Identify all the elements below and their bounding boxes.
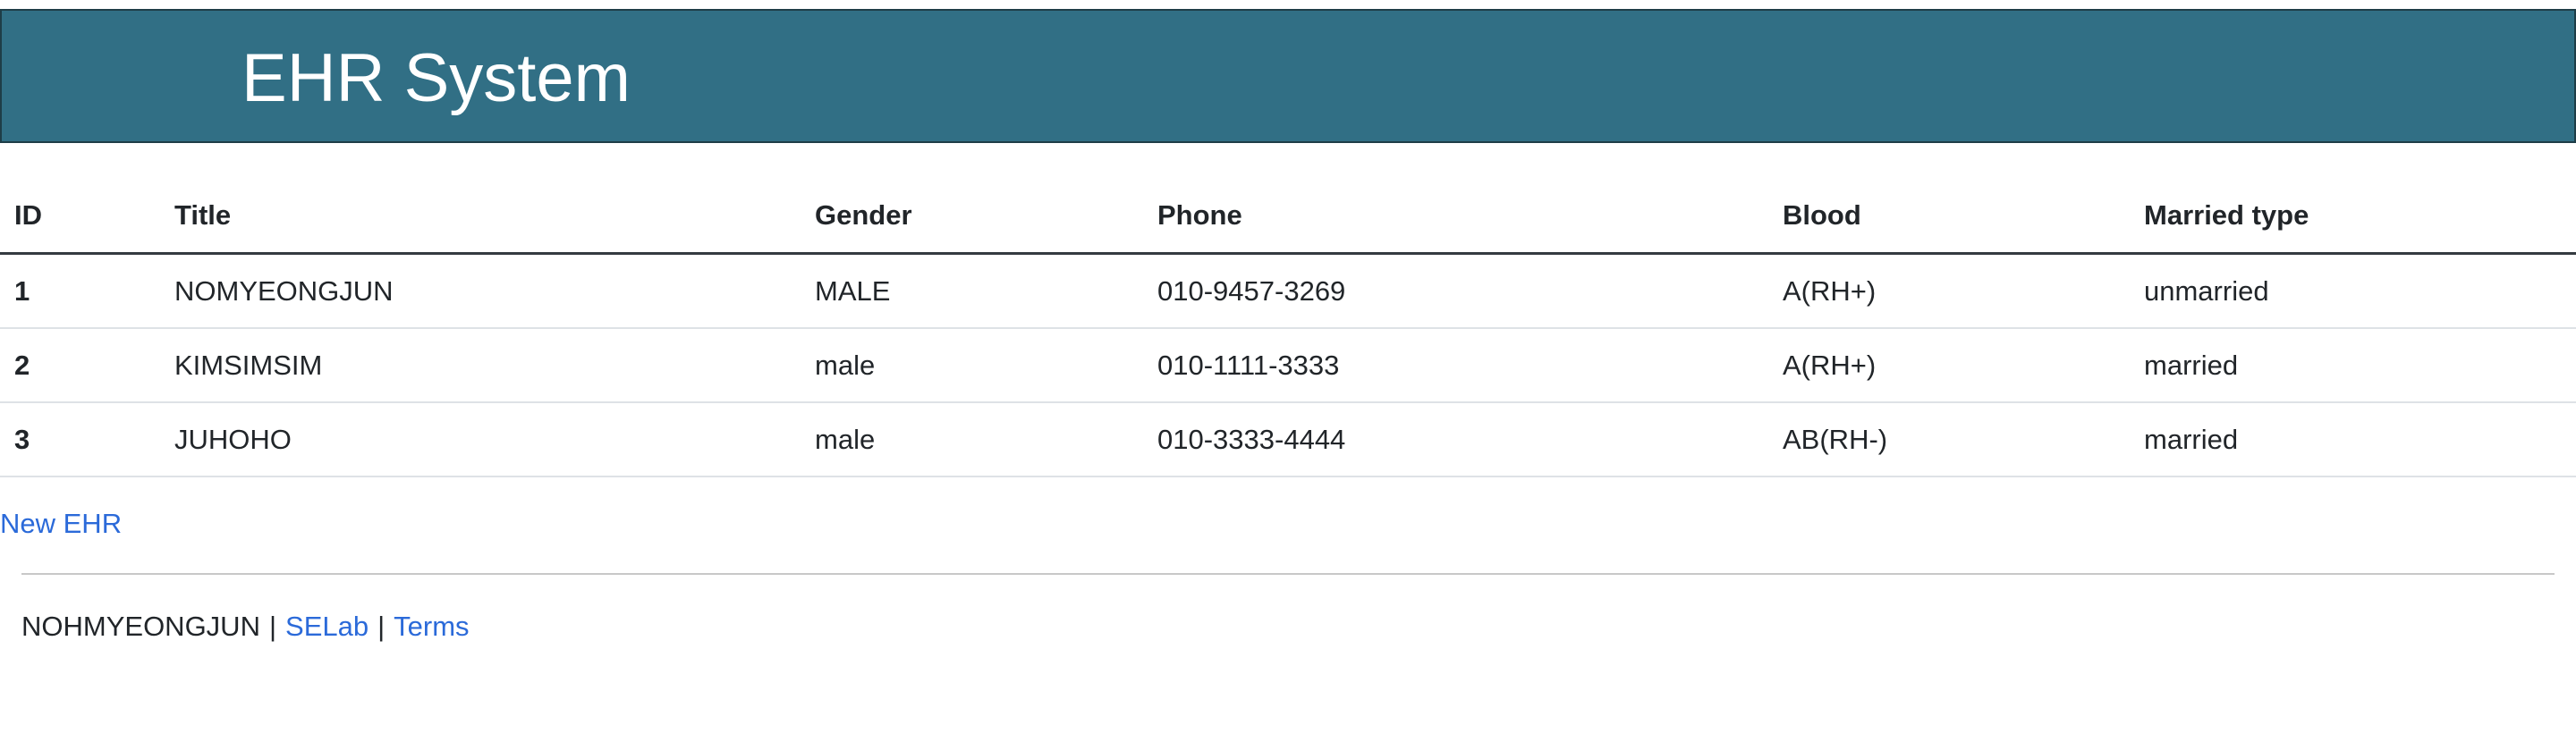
cell-id: 2 [0,328,160,403]
cell-married-type: unmarried [2130,253,2576,329]
footer: NOHMYEONGJUN | SELab | Terms [21,611,470,643]
ehr-table: ID Title Gender Phone Blood Married type… [0,179,2576,477]
table-row: 3 JUHOHO male 010-3333-4444 AB(RH-) marr… [0,402,2576,477]
cell-gender: MALE [801,253,1143,329]
cell-blood: A(RH+) [1768,328,2130,403]
cell-blood: A(RH+) [1768,253,2130,329]
column-header-blood: Blood [1768,179,2130,255]
cell-married-type: married [2130,328,2576,403]
new-ehr-link[interactable]: New EHR [0,508,122,540]
footer-divider [21,573,2555,575]
column-header-married-type: Married type [2130,179,2576,255]
table-header: ID Title Gender Phone Blood Married type [0,179,2576,255]
cell-married-type: married [2130,402,2576,477]
cell-id: 3 [0,402,160,477]
selab-link[interactable]: SELab [285,611,369,642]
app-title: EHR System [242,40,631,116]
table-row: 1 NOMYEONGJUN MALE 010-9457-3269 A(RH+) … [0,253,2576,329]
cell-phone: 010-9457-3269 [1143,253,1768,329]
cell-title: JUHOHO [160,402,801,477]
cell-title: KIMSIMSIM [160,328,801,403]
cell-gender: male [801,402,1143,477]
column-header-id: ID [0,179,160,255]
column-header-gender: Gender [801,179,1143,255]
table-body: 1 NOMYEONGJUN MALE 010-9457-3269 A(RH+) … [0,253,2576,477]
column-header-phone: Phone [1143,179,1768,255]
page: EHR System ID Title Gender Phone Blood M… [0,0,2576,742]
cell-gender: male [801,328,1143,403]
terms-link[interactable]: Terms [394,611,469,642]
table-row: 2 KIMSIMSIM male 010-1111-3333 A(RH+) ma… [0,328,2576,403]
footer-separator: | [268,611,277,642]
app-header: EHR System [0,9,2576,143]
column-header-title: Title [160,179,801,255]
cell-id: 1 [0,253,160,329]
cell-blood: AB(RH-) [1768,402,2130,477]
cell-title: NOMYEONGJUN [160,253,801,329]
footer-separator: | [377,611,386,642]
footer-author: NOHMYEONGJUN [21,611,260,642]
cell-phone: 010-1111-3333 [1143,328,1768,403]
table-header-row: ID Title Gender Phone Blood Married type [0,179,2576,255]
cell-phone: 010-3333-4444 [1143,402,1768,477]
